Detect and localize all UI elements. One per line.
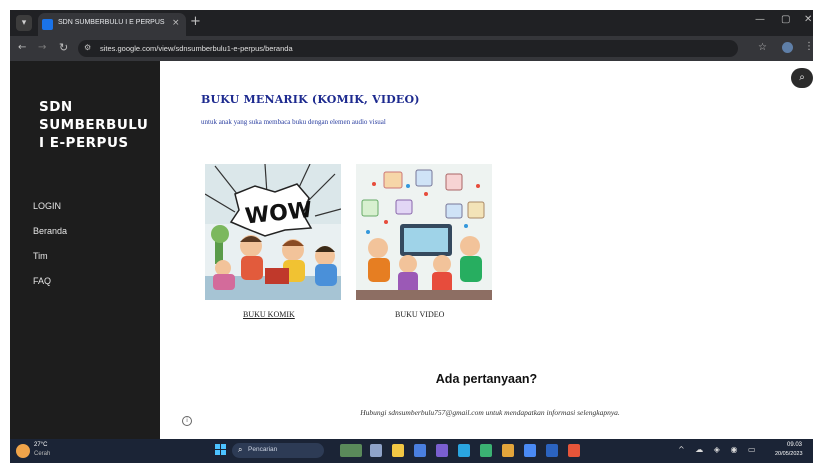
edge-browser-icon[interactable] bbox=[458, 444, 470, 457]
nav-item-tim[interactable]: Tim bbox=[33, 251, 48, 261]
weather-icon[interactable] bbox=[16, 444, 30, 458]
page-subheading: untuk anak yang suka membaca buku dengan… bbox=[201, 118, 386, 126]
info-icon[interactable]: i bbox=[182, 416, 192, 426]
task-view-icon[interactable] bbox=[370, 444, 382, 457]
video-book-link[interactable]: BUKU VIDEO bbox=[395, 310, 444, 319]
store-app-icon[interactable] bbox=[414, 444, 426, 457]
tab-search-icon[interactable]: ▾ bbox=[16, 15, 32, 31]
browser-window: ▾ SDN SUMBERBULU I E PERPUS × + — ▢ ✕ ← … bbox=[10, 10, 813, 463]
maximize-button[interactable]: ▢ bbox=[781, 14, 790, 25]
taskbar-search[interactable]: ⌕ Pencarian bbox=[232, 443, 324, 458]
weather-desc[interactable]: Cerah bbox=[34, 451, 50, 457]
start-button-icon[interactable] bbox=[215, 444, 227, 456]
address-bar[interactable]: ⚙ sites.google.com/view/sdnsumberbulu1-e… bbox=[78, 40, 738, 57]
comic-book-link[interactable]: BUKU KOMIK bbox=[243, 310, 295, 319]
weather-temp[interactable]: 27°C bbox=[34, 442, 47, 448]
site-info-icon[interactable]: ⚙ bbox=[84, 43, 91, 52]
nav-item-login[interactable]: LOGIN bbox=[33, 201, 61, 211]
clock-time[interactable]: 09.03 bbox=[787, 442, 802, 448]
site-title[interactable]: SDN SUMBERBULU I E-PERPUS bbox=[39, 98, 154, 152]
nav-item-beranda[interactable]: Beranda bbox=[33, 226, 67, 236]
system-tray-icons[interactable]: ^ ☁ ◈ ◉ ▭ bbox=[678, 445, 760, 454]
browser-toolbar: ← → ↻ ⚙ sites.google.com/view/sdnsumberb… bbox=[10, 36, 813, 61]
clock-date[interactable]: 20/05/2023 bbox=[775, 451, 803, 457]
tab-favicon-icon bbox=[42, 19, 53, 30]
back-arrow-icon[interactable]: ← bbox=[18, 42, 26, 53]
chrome-browser-icon[interactable] bbox=[524, 444, 536, 457]
close-window-button[interactable]: ✕ bbox=[804, 14, 812, 25]
site-search-icon[interactable]: ⌕ bbox=[791, 68, 813, 88]
reload-icon[interactable]: ↻ bbox=[59, 41, 68, 54]
nav-item-faq[interactable]: FAQ bbox=[33, 276, 51, 286]
page-viewport: SDN SUMBERBULU I E-PERPUS LOGIN Beranda … bbox=[10, 61, 813, 439]
sidebar: SDN SUMBERBULU I E-PERPUS LOGIN Beranda … bbox=[10, 61, 160, 439]
faq-body: Hubungi sdnsumberbulu757@gmail.com untuk… bbox=[360, 408, 620, 417]
tab-close-icon[interactable]: × bbox=[172, 18, 180, 28]
page-heading: BUKU MENARIK (KOMIK, VIDEO) bbox=[201, 93, 420, 106]
minimize-button[interactable]: — bbox=[755, 14, 765, 25]
tab-title: SDN SUMBERBULU I E PERPUS bbox=[58, 19, 165, 26]
search-icon: ⌕ bbox=[238, 445, 243, 454]
chrome-profile-icon[interactable] bbox=[568, 444, 580, 457]
forward-arrow-icon[interactable]: → bbox=[38, 42, 46, 53]
menu-kebab-icon[interactable]: ⋮ bbox=[804, 41, 813, 52]
calendar-app-icon[interactable] bbox=[480, 444, 492, 457]
new-tab-button[interactable]: + bbox=[190, 15, 201, 29]
faq-heading: Ada pertanyaan? bbox=[435, 372, 538, 386]
paint-app-icon[interactable] bbox=[502, 444, 514, 457]
comic-illustration-icon: WOW bbox=[205, 164, 341, 300]
file-explorer-icon[interactable] bbox=[392, 444, 404, 457]
tab-strip: ▾ SDN SUMBERBULU I E PERPUS × + — ▢ ✕ bbox=[10, 10, 813, 36]
video-call-illustration-icon bbox=[356, 164, 492, 300]
teams-app-icon[interactable] bbox=[436, 444, 448, 457]
profile-avatar-icon[interactable] bbox=[782, 42, 793, 53]
video-book-image[interactable] bbox=[356, 164, 492, 300]
taskbar-search-placeholder: Pencarian bbox=[248, 446, 278, 453]
taskbar: 27°C Cerah ⌕ Pencarian ^ ☁ ◈ ◉ ▭ 09.03 2… bbox=[10, 439, 813, 463]
browser-tab[interactable]: SDN SUMBERBULU I E PERPUS × bbox=[38, 13, 186, 36]
bookmark-star-icon[interactable]: ☆ bbox=[758, 42, 767, 53]
url-text[interactable]: sites.google.com/view/sdnsumberbulu1-e-p… bbox=[100, 44, 293, 53]
widgets-app-icon[interactable] bbox=[340, 444, 362, 457]
word-app-icon[interactable] bbox=[546, 444, 558, 457]
main-content: ⌕ BUKU MENARIK (KOMIK, VIDEO) untuk anak… bbox=[160, 61, 813, 439]
comic-book-image[interactable]: WOW bbox=[205, 164, 341, 300]
